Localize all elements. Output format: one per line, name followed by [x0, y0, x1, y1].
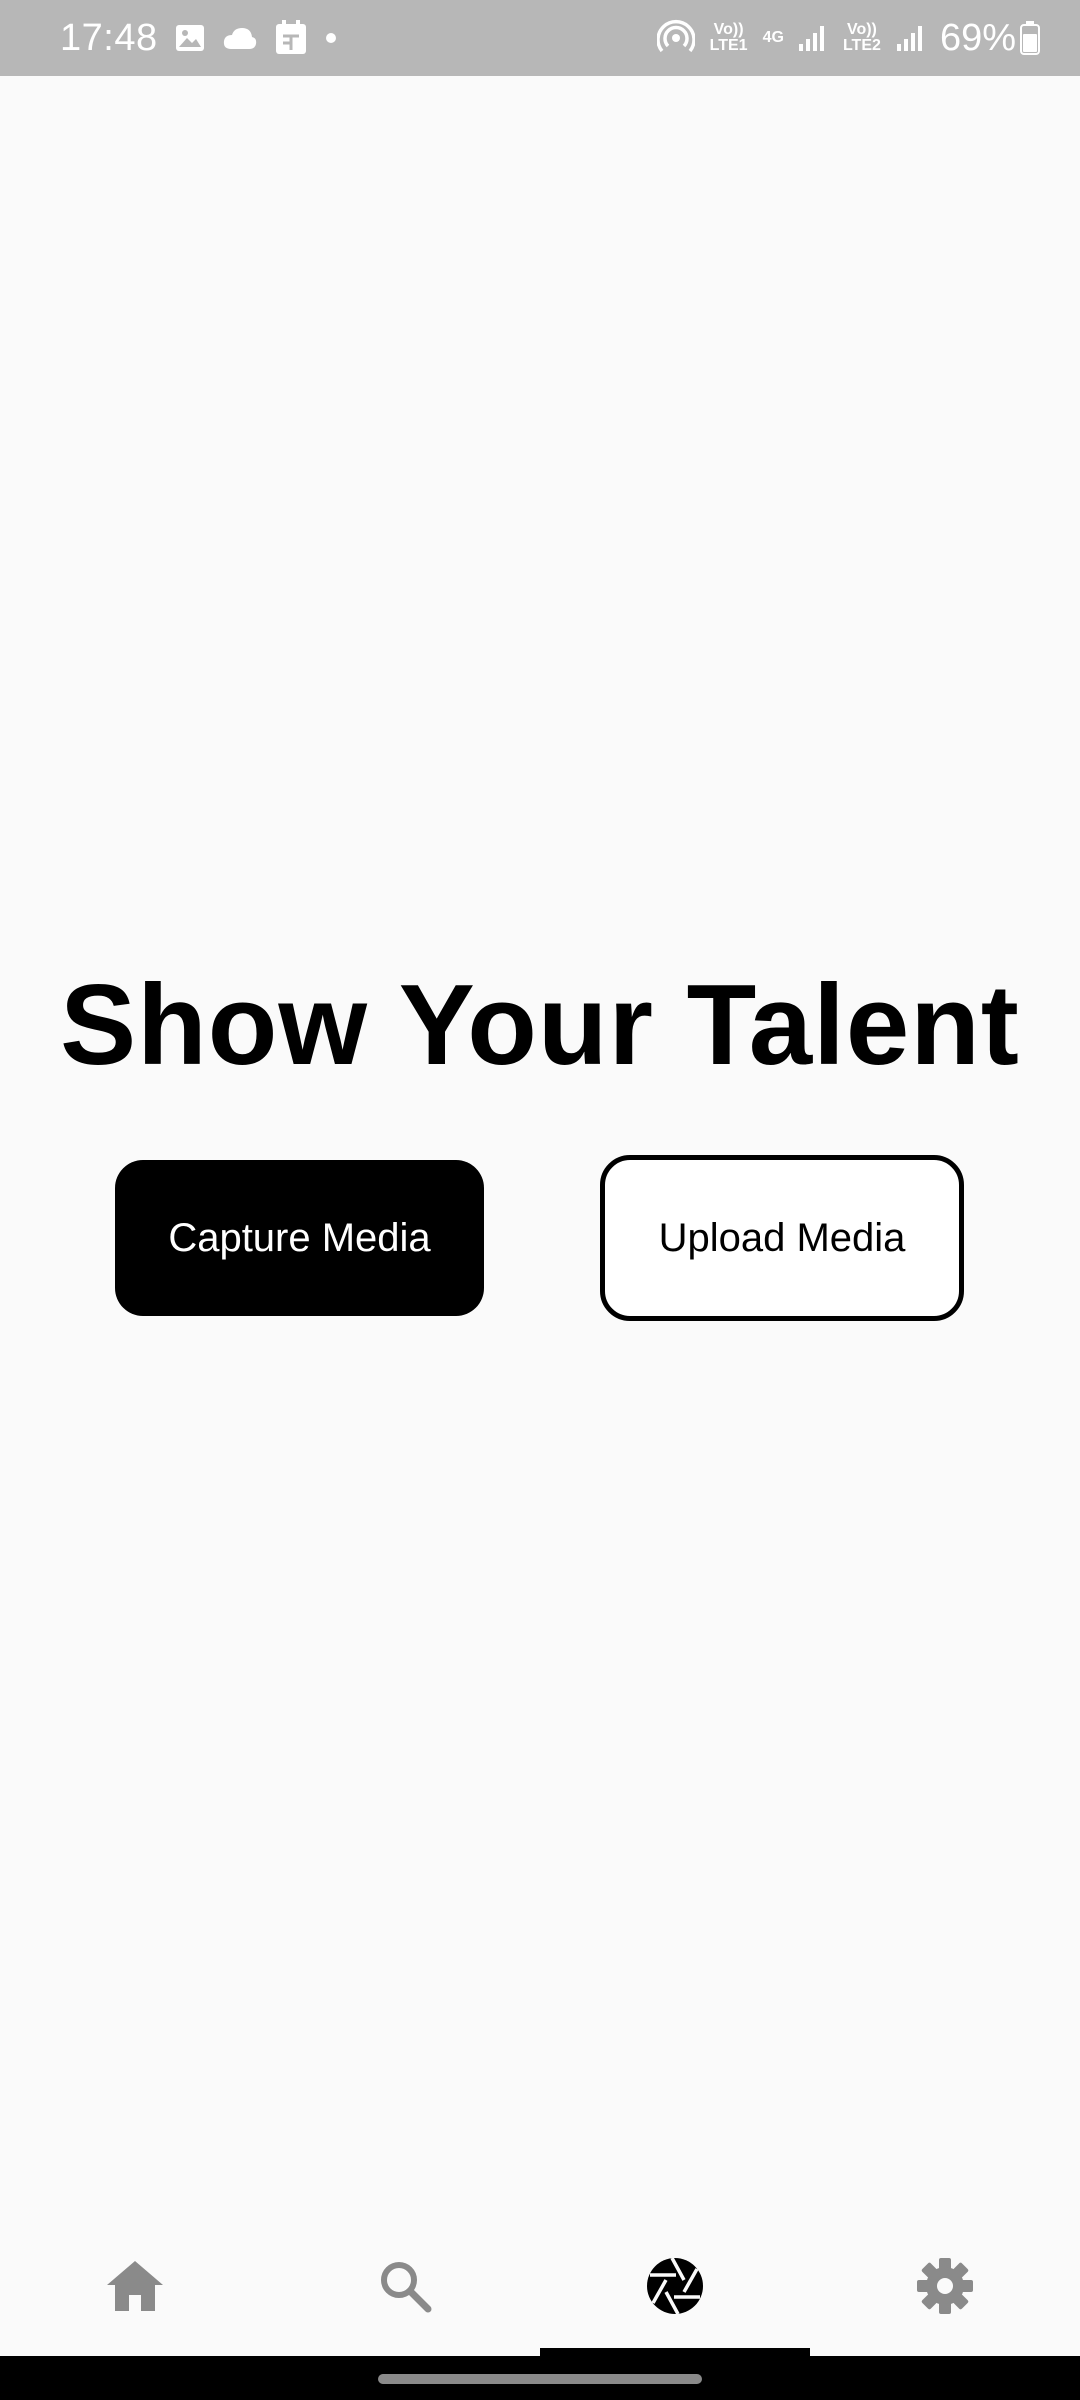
status-time: 17:48	[60, 16, 158, 59]
active-tab-indicator	[540, 2348, 810, 2356]
dot-icon	[324, 31, 338, 45]
calendar-icon	[274, 20, 308, 56]
camera-aperture-icon	[645, 2256, 705, 2321]
hotspot-icon	[656, 19, 695, 57]
capture-media-button[interactable]: Capture Media	[115, 1160, 484, 1316]
signal-icon	[896, 24, 926, 52]
signal-icon	[798, 24, 828, 52]
bottom-nav	[0, 2220, 1080, 2356]
nav-item-home[interactable]	[0, 2220, 270, 2356]
lte2-label: Vo)) LTE2	[842, 21, 881, 54]
status-bar-left: 17:48	[60, 17, 338, 60]
lte1-label: Vo)) LTE1	[709, 21, 748, 54]
status-bar-right: Vo)) LTE1 4G Vo)) LTE2 69%	[643, 17, 1040, 60]
battery-icon	[1020, 21, 1040, 55]
status-bar: 17:48 Vo)) LTE1 4G Vo)) LTE2 69%	[0, 0, 1080, 76]
gesture-bar	[0, 2356, 1080, 2400]
cloud-icon	[222, 25, 258, 51]
nav-item-settings[interactable]	[810, 2220, 1080, 2356]
home-icon	[105, 2259, 165, 2318]
nav-item-capture[interactable]	[540, 2220, 810, 2356]
page-title: Show Your Talent	[60, 962, 1020, 1089]
nav-item-search[interactable]	[270, 2220, 540, 2356]
network-type-label: 4G	[762, 29, 784, 46]
search-icon	[377, 2258, 433, 2319]
image-icon	[174, 22, 206, 54]
settings-icon	[916, 2257, 974, 2320]
upload-media-button[interactable]: Upload Media	[600, 1155, 964, 1321]
battery-percent: 69%	[939, 16, 1016, 59]
home-gesture-handle[interactable]	[378, 2374, 702, 2384]
